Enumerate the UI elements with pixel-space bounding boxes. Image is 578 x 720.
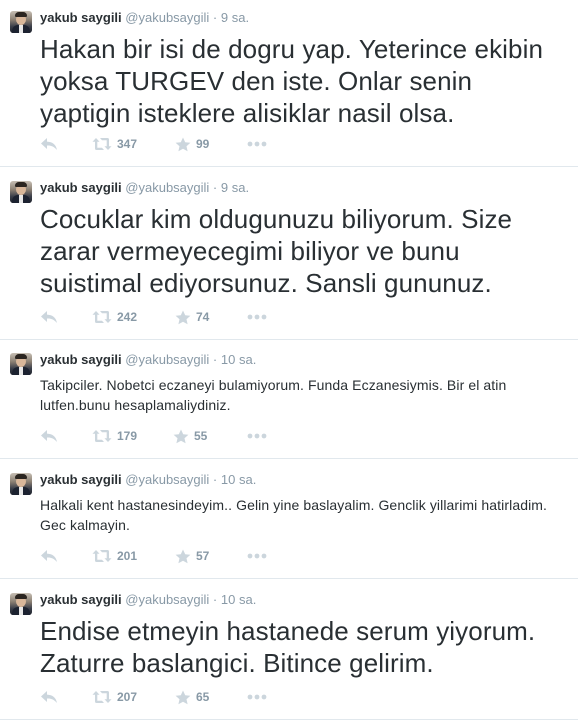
- avatar[interactable]: [10, 593, 32, 615]
- separator: ·: [212, 352, 218, 367]
- tweet-text: Halkali kent hastanesindeyim.. Gelin yin…: [40, 497, 548, 533]
- favorite-count: 74: [196, 310, 210, 324]
- reply-button[interactable]: [40, 134, 58, 154]
- reply-icon: [41, 430, 57, 442]
- avatar[interactable]: [10, 181, 32, 203]
- fullname[interactable]: yakub saygili: [40, 10, 122, 25]
- retweet-button[interactable]: 347: [92, 134, 137, 154]
- tweet-text: Cocuklar kim oldugunuzu biliyorum. Size …: [40, 204, 513, 298]
- favorite-button[interactable]: 65: [175, 687, 209, 707]
- star-icon: [173, 429, 189, 443]
- username[interactable]: @yakubsaygili: [125, 592, 209, 607]
- timestamp[interactable]: 9 sa.: [221, 10, 249, 25]
- more-icon: [247, 553, 267, 559]
- tweet[interactable]: yakub saygili @yakubsaygili · 9 sa. Haka…: [0, 0, 578, 167]
- favorite-button[interactable]: 74: [175, 307, 209, 327]
- more-button[interactable]: [247, 426, 267, 446]
- avatar[interactable]: [10, 353, 32, 375]
- retweet-button[interactable]: 201: [92, 546, 137, 566]
- tweet-header: yakub saygili @yakubsaygili · 10 sa.: [40, 472, 256, 488]
- fullname[interactable]: yakub saygili: [40, 592, 122, 607]
- fullname[interactable]: yakub saygili: [40, 180, 122, 195]
- favorite-button[interactable]: 99: [175, 134, 209, 154]
- tweet-text: Endise etmeyin hastanede serum yiyorum. …: [40, 616, 536, 678]
- more-icon: [247, 141, 267, 147]
- reply-icon: [41, 138, 57, 150]
- retweet-button[interactable]: 179: [92, 426, 137, 446]
- favorite-count: 65: [196, 690, 210, 704]
- timestamp[interactable]: 10 sa.: [221, 592, 256, 607]
- separator: ·: [212, 180, 218, 195]
- more-button[interactable]: [247, 307, 267, 327]
- retweet-button[interactable]: 242: [92, 307, 137, 327]
- retweet-count: 347: [117, 137, 138, 151]
- more-button[interactable]: [247, 546, 267, 566]
- tweet-header: yakub saygili @yakubsaygili · 9 sa.: [40, 180, 249, 196]
- favorite-count: 55: [194, 429, 208, 443]
- username[interactable]: @yakubsaygili: [125, 180, 209, 195]
- reply-icon: [41, 311, 57, 323]
- star-icon: [175, 137, 191, 151]
- timestamp[interactable]: 10 sa.: [221, 472, 256, 487]
- retweet-count: 242: [117, 310, 138, 324]
- favorite-count: 99: [196, 137, 210, 151]
- username[interactable]: @yakubsaygili: [125, 472, 209, 487]
- retweet-icon: [92, 550, 112, 562]
- tweet[interactable]: yakub saygili @yakubsaygili · 10 sa. Tak…: [0, 342, 578, 459]
- tweet[interactable]: yakub saygili @yakubsaygili · 9 sa. Cocu…: [0, 170, 578, 340]
- favorite-button[interactable]: 55: [173, 426, 207, 446]
- tweet-header: yakub saygili @yakubsaygili · 10 sa.: [40, 352, 256, 368]
- more-icon: [247, 433, 267, 439]
- tweet-header: yakub saygili @yakubsaygili · 9 sa.: [40, 10, 249, 26]
- fullname[interactable]: yakub saygili: [40, 472, 122, 487]
- reply-button[interactable]: [40, 307, 58, 327]
- reply-button[interactable]: [40, 687, 58, 707]
- favorite-button[interactable]: 57: [175, 546, 209, 566]
- timestamp[interactable]: 9 sa.: [221, 180, 249, 195]
- reply-button[interactable]: [40, 426, 58, 446]
- retweet-icon: [92, 691, 112, 703]
- avatar[interactable]: [10, 11, 32, 33]
- reply-icon: [41, 691, 57, 703]
- tweet-header: yakub saygili @yakubsaygili · 10 sa.: [40, 592, 256, 608]
- retweet-count: 201: [117, 549, 138, 563]
- star-icon: [175, 549, 191, 563]
- star-icon: [175, 310, 191, 324]
- more-icon: [247, 694, 267, 700]
- retweet-button[interactable]: 207: [92, 687, 137, 707]
- tweet[interactable]: yakub saygili @yakubsaygili · 10 sa. End…: [0, 582, 578, 720]
- star-icon: [175, 690, 191, 704]
- more-icon: [247, 314, 267, 320]
- tweet-text: Takipciler. Nobetci eczaneyi bulamiyorum…: [40, 377, 507, 413]
- retweet-icon: [92, 311, 112, 323]
- reply-icon: [41, 550, 57, 562]
- retweet-icon: [92, 430, 112, 442]
- tweet-text: Hakan bir isi de dogru yap. Yeterince ek…: [40, 34, 544, 128]
- tweet[interactable]: yakub saygili @yakubsaygili · 10 sa. Hal…: [0, 462, 578, 579]
- favorite-count: 57: [196, 549, 210, 563]
- retweet-count: 179: [117, 429, 138, 443]
- retweet-icon: [92, 138, 112, 150]
- reply-button[interactable]: [40, 546, 58, 566]
- username[interactable]: @yakubsaygili: [125, 10, 209, 25]
- retweet-count: 207: [117, 690, 138, 704]
- separator: ·: [212, 592, 218, 607]
- separator: ·: [212, 472, 218, 487]
- avatar[interactable]: [10, 473, 32, 495]
- fullname[interactable]: yakub saygili: [40, 352, 122, 367]
- username[interactable]: @yakubsaygili: [125, 352, 209, 367]
- separator: ·: [212, 10, 218, 25]
- timestamp[interactable]: 10 sa.: [221, 352, 256, 367]
- more-button[interactable]: [247, 134, 267, 154]
- more-button[interactable]: [247, 687, 267, 707]
